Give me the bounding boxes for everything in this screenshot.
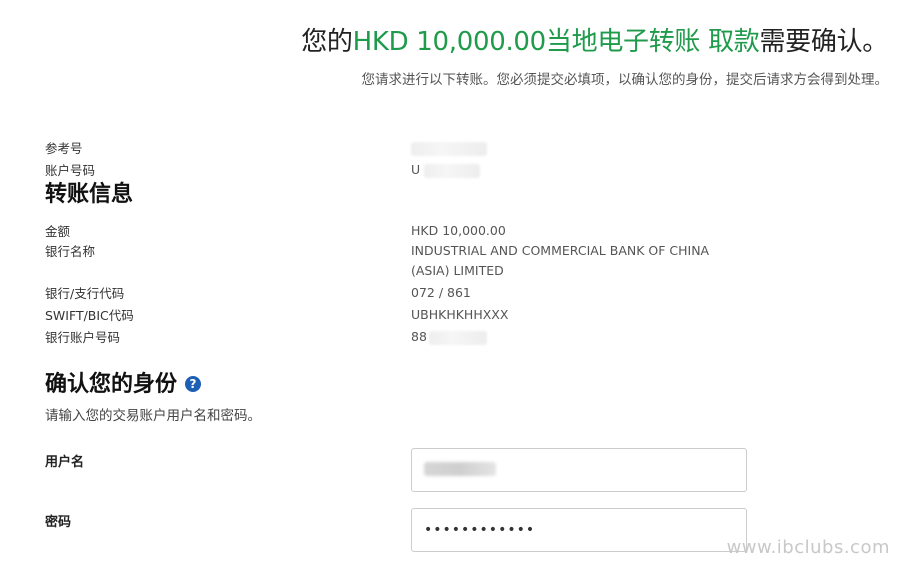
reference-label: 参考号 [45, 141, 83, 156]
bank-account-value: 88 [411, 327, 487, 347]
bank-name-row: 银行名称 INDUSTRIAL AND COMMERCIAL BANK OF C… [45, 241, 745, 283]
branch-code-label: 银行/支行代码 [45, 286, 125, 301]
watermark: www.ibclubs.com [726, 537, 890, 558]
title-amount-highlight: HKD 10,000.00当地电子转账 取款 [352, 27, 760, 57]
swift-row: SWIFT/BIC代码 UBHKHKHHXXX [45, 305, 745, 325]
bank-account-row: 银行账户号码 88 [45, 327, 745, 347]
amount-label: 金额 [45, 224, 71, 239]
reference-value [411, 138, 487, 158]
branch-code-value: 072 / 861 [411, 285, 471, 300]
password-input[interactable] [411, 508, 747, 552]
page-header: 您的HKD 10,000.00当地电子转账 取款需要确认。 您请求进行以下转账。… [240, 22, 888, 88]
swift-label: SWIFT/BIC代码 [45, 308, 134, 323]
title-suffix: 需要确认。 [759, 27, 888, 57]
account-value: U [411, 160, 481, 180]
page-title: 您的HKD 10,000.00当地电子转账 取款需要确认。 [240, 22, 888, 62]
help-icon[interactable]: ? [185, 376, 202, 392]
title-prefix: 您的 [301, 27, 353, 57]
password-label: 密码 [45, 515, 72, 530]
page-subtitle: 您请求进行以下转账。您必须提交必填项，以确认您的身份，提交后请求方会得到处理。 [361, 72, 889, 88]
amount-value: HKD 10,000.00 [411, 223, 506, 238]
bank-name-label: 银行名称 [45, 244, 96, 259]
swift-value: UBHKHKHHXXX [411, 307, 509, 322]
confirm-identity-heading: 确认您的身份? [45, 366, 202, 398]
identity-instruction: 请输入您的交易账户用户名和密码。 [45, 408, 261, 424]
transfer-info-heading: 转账信息 [45, 182, 134, 207]
amount-row: 金额 HKD 10,000.00 [45, 221, 745, 241]
account-row: 账户号码 U [45, 160, 745, 180]
username-label: 用户名 [45, 455, 85, 470]
username-redacted [424, 462, 496, 476]
branch-code-row: 银行/支行代码 072 / 861 [45, 283, 745, 303]
bank-name-value: INDUSTRIAL AND COMMERCIAL BANK OF CHINA(… [411, 243, 710, 278]
bank-account-label: 银行账户号码 [45, 330, 121, 345]
reference-row: 参考号 [45, 138, 745, 158]
